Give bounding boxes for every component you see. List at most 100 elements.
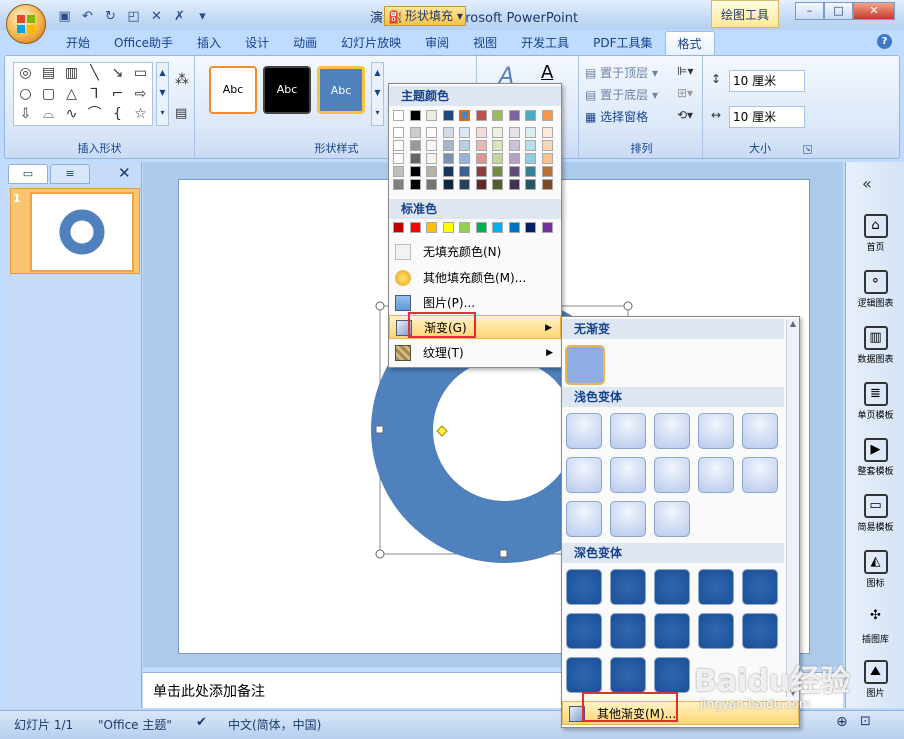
redo-icon[interactable]: ↻ — [102, 8, 119, 25]
standard-color-swatch[interactable] — [475, 222, 487, 233]
rounded-rect-icon[interactable]: ▢ — [37, 84, 60, 105]
tab-office-assistant[interactable]: Office助手 — [102, 31, 185, 55]
brace-icon[interactable]: { — [106, 104, 129, 125]
light-gradient-swatch[interactable] — [654, 413, 690, 449]
align-icon[interactable]: ⊫▾ — [677, 64, 693, 78]
connector-icon[interactable]: ⅂ — [83, 84, 106, 105]
theme-color-swatch[interactable] — [475, 127, 487, 138]
theme-color-swatch[interactable] — [459, 127, 470, 138]
theme-color-swatch[interactable] — [541, 140, 553, 151]
theme-color-swatch[interactable] — [541, 110, 553, 121]
dark-gradient-swatch[interactable] — [610, 613, 646, 649]
theme-color-swatch[interactable] — [442, 110, 454, 121]
standard-color-swatch[interactable] — [508, 222, 520, 233]
tab-review[interactable]: 审阅 — [413, 31, 461, 55]
standard-color-swatch[interactable] — [426, 222, 437, 233]
clear-icon[interactable]: ✗ — [171, 8, 188, 25]
tab-pdf-tools[interactable]: PDF工具集 — [581, 31, 664, 55]
oval-shape-icon[interactable]: ◎ — [14, 63, 37, 84]
theme-color-swatch[interactable] — [393, 140, 404, 151]
style-thumb-orange-outline[interactable]: Abc — [209, 66, 257, 114]
light-gradient-swatch[interactable] — [698, 413, 734, 449]
standard-color-swatch[interactable] — [541, 222, 553, 233]
save-icon[interactable]: ▣ — [56, 8, 73, 25]
theme-color-swatch[interactable] — [508, 179, 520, 190]
theme-color-swatch[interactable] — [409, 179, 421, 190]
theme-color-swatch[interactable] — [426, 140, 437, 151]
theme-color-swatch[interactable] — [393, 179, 404, 190]
theme-color-swatch[interactable] — [475, 153, 487, 164]
shapes-gallery-scroll[interactable]: ▲ ▼ ▾ — [156, 62, 169, 126]
dark-gradient-swatch[interactable] — [654, 657, 690, 693]
triangle-shape-icon[interactable]: △ — [60, 84, 83, 105]
standard-color-swatch[interactable] — [442, 222, 454, 233]
freeform-icon[interactable]: ⌓ — [37, 104, 60, 125]
theme-color-swatch[interactable] — [525, 127, 536, 138]
arrow-line-icon[interactable]: ↘ — [106, 63, 129, 84]
theme-color-swatch[interactable] — [426, 179, 437, 190]
outline-tab-icon[interactable]: ≡ — [50, 164, 90, 184]
ellipse-shape-icon[interactable]: ○ — [14, 84, 37, 105]
theme-color-swatch[interactable] — [541, 166, 553, 177]
standard-color-swatch[interactable] — [393, 222, 404, 233]
styles-gallery-scroll[interactable]: ▲ ▼ ▾ — [371, 62, 384, 126]
standard-color-swatch[interactable] — [459, 222, 470, 233]
theme-color-swatch[interactable] — [525, 110, 536, 121]
shape-fill-button[interactable]: ⛽ 形状填充 ▾ — [384, 6, 466, 26]
customize-qat-icon[interactable]: ▾ — [194, 8, 211, 25]
theme-color-swatch[interactable] — [541, 153, 553, 164]
theme-color-swatch[interactable] — [409, 127, 421, 138]
shapes-gallery[interactable]: ◎ ▤ ▥ ╲ ↘ ▭ ○ ▢ △ ⅂ ⌐ ⇨ ⇩ ⌓ ∿ ⌒ { ☆ — [13, 62, 153, 126]
textbox-icon[interactable]: ▤ — [175, 106, 187, 121]
theme-color-swatch[interactable] — [541, 127, 553, 138]
light-gradient-swatch[interactable] — [610, 413, 646, 449]
theme-color-swatch[interactable] — [475, 140, 487, 151]
undo-icon[interactable]: ↶ — [79, 8, 96, 25]
dark-gradient-swatch[interactable] — [742, 613, 778, 649]
sidebar-single-template[interactable]: ≣ 单页模板 — [846, 382, 904, 421]
theme-color-swatch[interactable] — [475, 110, 487, 121]
size-launcher-icon[interactable]: ↘ — [803, 145, 812, 154]
star-shape-icon[interactable]: ☆ — [129, 104, 152, 125]
theme-color-swatch[interactable] — [393, 127, 404, 138]
office-button[interactable] — [6, 4, 46, 44]
theme-color-swatch[interactable] — [426, 166, 437, 177]
sidebar-icons[interactable]: ◭ 图标 — [846, 550, 904, 589]
dark-gradient-swatch[interactable] — [610, 657, 646, 693]
theme-color-swatch[interactable] — [541, 179, 553, 190]
tab-design[interactable]: 设计 — [233, 31, 281, 55]
slide-thumbnail[interactable] — [30, 192, 134, 272]
theme-color-swatch[interactable] — [442, 153, 454, 164]
fit-to-window-icon[interactable]: ⊡ — [860, 714, 871, 729]
theme-color-swatch[interactable] — [508, 153, 520, 164]
close-pane-icon[interactable]: ✕ — [118, 164, 131, 182]
theme-color-swatch[interactable] — [525, 166, 536, 177]
theme-color-swatch[interactable] — [475, 166, 487, 177]
theme-color-swatch[interactable] — [492, 179, 503, 190]
dark-gradient-swatch[interactable] — [566, 569, 602, 605]
scroll-up-icon[interactable]: ▲ — [787, 319, 799, 328]
bring-to-front-button[interactable]: ▤ 置于顶层 ▾ — [585, 64, 658, 81]
theme-color-swatch[interactable] — [525, 140, 536, 151]
style-thumb-black[interactable]: Abc — [263, 66, 311, 114]
sidebar-simple-template[interactable]: ▭ 简易模板 — [846, 494, 904, 533]
group-objects-icon[interactable]: ⊞▾ — [677, 86, 693, 100]
tab-developer[interactable]: 开发工具 — [509, 31, 581, 55]
curve-icon[interactable]: ∿ — [60, 104, 83, 125]
theme-color-swatch[interactable] — [508, 127, 520, 138]
theme-color-swatch[interactable] — [459, 179, 470, 190]
tab-view[interactable]: 视图 — [461, 31, 509, 55]
sidebar-home[interactable]: ⌂ 首页 — [846, 214, 904, 253]
sidebar-pictures[interactable]: ⛰ 图片 — [846, 660, 904, 699]
tab-insert[interactable]: 插入 — [185, 31, 233, 55]
theme-color-swatch[interactable] — [492, 110, 503, 121]
selection-pane-button[interactable]: ▦ 选择窗格 — [585, 108, 648, 125]
theme-color-swatch[interactable] — [393, 153, 404, 164]
help-icon[interactable]: ? — [877, 34, 892, 49]
standard-color-swatch[interactable] — [492, 222, 503, 233]
theme-color-swatch[interactable] — [409, 153, 421, 164]
maximize-button[interactable]: □ — [824, 2, 853, 20]
light-gradient-swatch[interactable] — [566, 413, 602, 449]
theme-color-swatch[interactable] — [492, 166, 503, 177]
textbox-shape-icon[interactable]: ▤ — [37, 63, 60, 84]
